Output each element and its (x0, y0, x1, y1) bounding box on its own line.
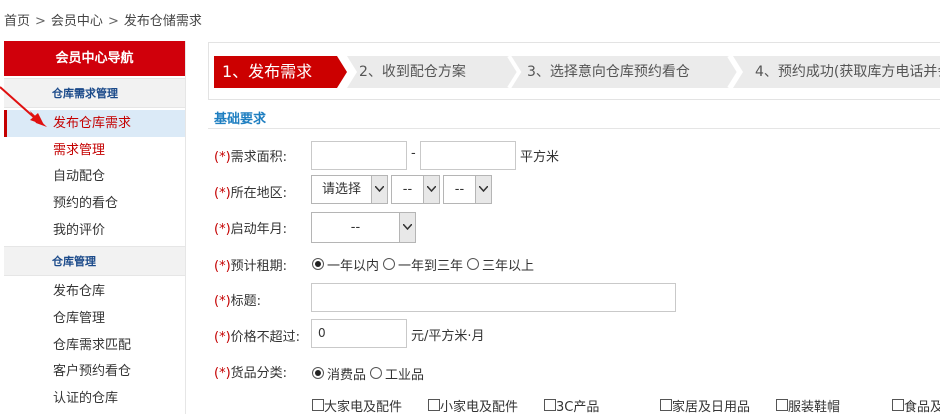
step-4: 4、预约成功(获取库方电话并会 (755, 64, 940, 80)
price-input-value: 0 (318, 326, 326, 340)
section-title-basic: 基础要求 (214, 112, 267, 127)
breadcrumb: 首页 > 会员中心 > 发布仓储需求 (4, 10, 202, 29)
category-label: (*)货品分类: (214, 366, 288, 381)
subcategory-checkbox[interactable] (544, 399, 556, 411)
category-option-consumer: 消费品 (327, 368, 367, 383)
sidebar-item-demand-management[interactable]: 需求管理 (4, 137, 185, 164)
breadcrumb-home[interactable]: 首页 (4, 14, 30, 29)
subcategory-label: 服装鞋帽 (788, 400, 841, 415)
subcategory-label: 3C产品 (556, 400, 600, 415)
start-date-select-value: -- (350, 220, 361, 235)
price-unit: 元/平方米·月 (411, 329, 485, 344)
subcategory-checkbox[interactable] (892, 399, 904, 411)
region-label: (*)所在地区: (214, 186, 288, 201)
area-min-input[interactable] (311, 141, 407, 170)
step-2: 2、收到配仓方案 (359, 64, 466, 80)
sidebar-item-demand-matching[interactable]: 仓库需求匹配 (4, 332, 185, 359)
price-label: (*)价格不超过: (214, 330, 301, 345)
chevron-down-icon (399, 213, 415, 242)
category-option-industrial: 工业品 (385, 368, 425, 383)
subcategory-checkbox[interactable] (312, 399, 324, 411)
chevron-down-icon (475, 176, 491, 203)
lease-label: (*)预计租期: (214, 259, 288, 274)
lease-option-under-1y: 一年以内 (327, 259, 380, 274)
sidebar-item-my-reviews[interactable]: 我的评价 (4, 217, 185, 244)
province-select-value: 请选择 (321, 182, 361, 197)
start-date-select[interactable]: -- (311, 212, 416, 243)
category-radio-industrial[interactable] (370, 367, 382, 379)
area-dash: - (411, 146, 416, 161)
district-select[interactable]: -- (443, 175, 492, 204)
progress-steps: 1、发布需求 2、收到配仓方案 3、选择意向仓库预约看仓 4、预约成功(获取库方… (208, 42, 940, 100)
start-date-label: (*)启动年月: (214, 222, 288, 237)
subcategory-checkbox[interactable] (776, 399, 788, 411)
lease-option-1-3y: 一年到三年 (398, 259, 464, 274)
sidebar-title: 会员中心导航 (4, 41, 185, 76)
subcategory-label: 食品及 (904, 400, 940, 415)
step-3: 3、选择意向仓库预约看仓 (527, 64, 690, 80)
price-input[interactable]: 0 (311, 319, 407, 348)
city-select-value: -- (402, 182, 413, 197)
chevron-down-icon (423, 176, 439, 203)
title-label: (*)标题: (214, 294, 262, 309)
lease-radio-over-3y[interactable] (467, 258, 479, 270)
lease-radio-under-1y[interactable] (312, 258, 324, 270)
breadcrumb-separator: > (107, 14, 119, 29)
step-1: 1、发布需求 (222, 62, 313, 81)
province-select[interactable]: 请选择 (311, 175, 388, 204)
subcategory-label: 大家电及配件 (324, 400, 403, 415)
subcategory-checkbox[interactable] (428, 399, 440, 411)
section-divider (208, 128, 940, 129)
sidebar-item-publish-warehouse[interactable]: 发布仓库 (4, 278, 185, 305)
sidebar-item-warehouse-management[interactable]: 仓库管理 (4, 305, 185, 332)
area-label: (*)需求面积: (214, 150, 288, 165)
sidebar-item-customer-visits[interactable]: 客户预约看仓 (4, 358, 185, 385)
sidebar-item-certified-warehouse[interactable]: 认证的仓库 (4, 385, 185, 412)
city-select[interactable]: -- (391, 175, 440, 204)
breadcrumb-separator: > (35, 14, 46, 29)
sidebar-item-auto-match[interactable]: 自动配仓 (4, 163, 185, 190)
subcategory-label: 小家电及配件 (440, 400, 519, 415)
lease-option-over-3y: 三年以上 (482, 259, 535, 274)
area-max-input[interactable] (420, 141, 516, 170)
sidebar-item-booked-visits[interactable]: 预约的看仓 (4, 190, 185, 217)
title-input[interactable] (311, 283, 676, 312)
subcategory-checkbox[interactable] (660, 399, 672, 411)
area-unit: 平方米 (520, 150, 560, 165)
annotation-arrow-icon (0, 86, 47, 127)
district-select-value: -- (454, 182, 465, 197)
breadcrumb-current: 发布仓储需求 (123, 14, 202, 29)
breadcrumb-member-center[interactable]: 会员中心 (51, 14, 103, 29)
sidebar-section-warehouse[interactable]: 仓库管理 (4, 246, 185, 276)
category-radio-consumer[interactable] (312, 367, 324, 379)
lease-radio-1-3y[interactable] (383, 258, 395, 270)
subcategory-label: 家居及日用品 (672, 400, 751, 415)
chevron-down-icon (371, 176, 387, 203)
